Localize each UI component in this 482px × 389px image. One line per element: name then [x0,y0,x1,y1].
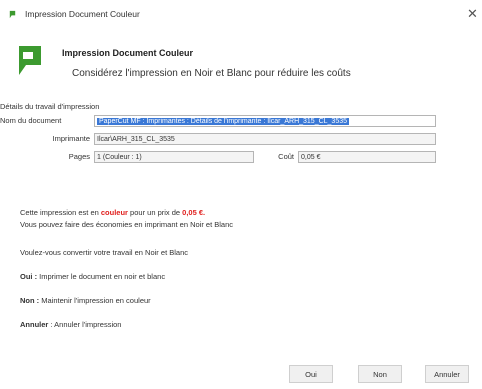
cost-message-text: Cette impression est en [20,208,101,217]
cost-value: 0,05 € [301,154,321,161]
pages-field[interactable]: 1 (Couleur : 1) [94,151,254,163]
document-name-label: Nom du document [0,116,62,125]
pages-label: Pages [68,152,90,161]
option-oui-description: Oui : Imprimer le document en noir et bl… [20,272,165,281]
cost-label: Coût [278,152,294,161]
option-annuler-text: : Annuler l'impression [48,320,122,329]
option-oui-label: Oui : [20,272,38,281]
printer-value: Ilcar\ARH_315_CL_3535 [97,136,175,143]
printer-field[interactable]: Ilcar\ARH_315_CL_3535 [94,133,436,145]
document-name-field[interactable]: PaperCut MF : Imprimantes : Détails de l… [94,115,436,127]
option-non-label: Non : [20,296,40,305]
oui-button[interactable]: Oui [289,365,333,383]
job-details-label: Détails du travail d'impression [0,102,100,111]
non-button[interactable]: Non [358,365,402,383]
title-bar: Impression Document Couleur ✕ [0,0,482,30]
window-title: Impression Document Couleur [25,9,140,19]
pages-value: 1 (Couleur : 1) [97,154,142,161]
option-oui-text: Imprimer le document en noir et blanc [37,272,166,281]
savings-message: Vous pouvez faire des économies en impri… [20,220,234,229]
convert-question: Voulez-vous convertir votre travail en N… [20,248,188,257]
price-value: 0,05 €. [182,208,206,217]
option-annuler-label: Annuler [20,320,49,329]
dialog-heading: Impression Document Couleur [62,48,194,58]
app-icon [8,10,16,19]
document-name-value: PaperCut MF : Imprimantes : Détails de l… [97,118,349,125]
papercut-logo-icon [16,46,41,75]
cost-message: Cette impression est en couleur pour un … [20,208,205,217]
printer-label: Imprimante [52,134,90,143]
annuler-button[interactable]: Annuler [425,365,469,383]
close-icon[interactable]: ✕ [467,6,478,22]
dialog-subheading: Considérez l'impression en Noir et Blanc… [72,68,351,79]
cost-message-mid: pour un prix de [127,208,183,217]
option-non-description: Non : Maintenir l'impression en couleur [20,296,151,305]
color-word: couleur [100,208,128,217]
option-annuler-description: Annuler : Annuler l'impression [20,320,121,329]
cost-field[interactable]: 0,05 € [298,151,436,163]
option-non-text: Maintenir l'impression en couleur [39,296,151,305]
